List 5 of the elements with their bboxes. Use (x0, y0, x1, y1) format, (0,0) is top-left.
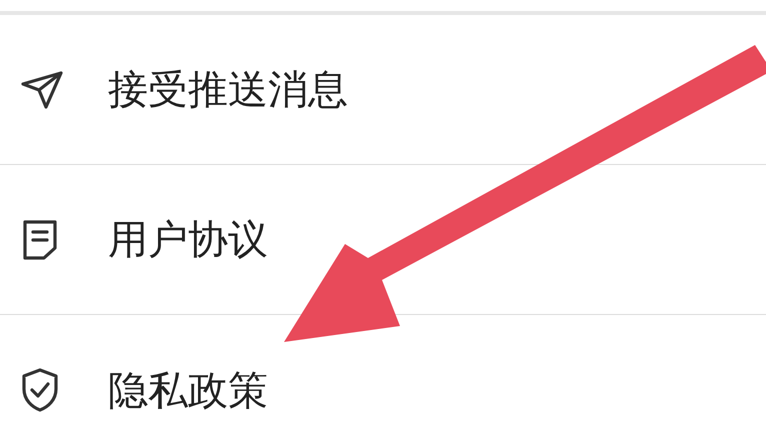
menu-item-label[interactable]: 接受推送消息 (108, 62, 348, 117)
shield-check-icon (20, 367, 60, 413)
paper-plane-icon (20, 70, 64, 110)
menu-item-label[interactable]: 用户协议 (108, 212, 268, 267)
menu-item-label[interactable]: 隐私政策 (108, 362, 268, 418)
